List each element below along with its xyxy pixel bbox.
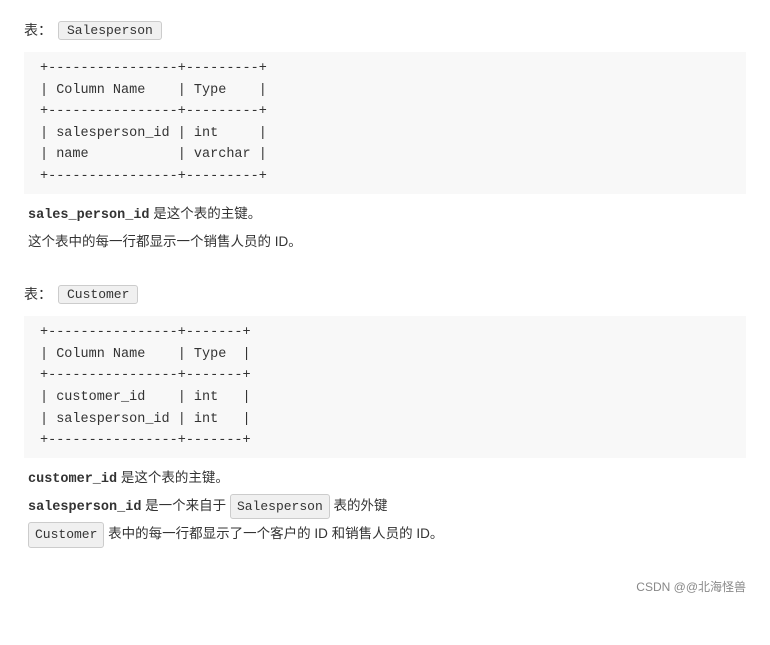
label-prefix-1: 表： — [24, 20, 52, 40]
description-customer: customer_id 是这个表的主键。 salesperson_id 是一个来… — [28, 466, 746, 548]
page-content: 表： Salesperson +----------------+-------… — [24, 20, 746, 595]
table-name-badge-customer: Customer — [58, 285, 138, 304]
desc-line-1: sales_person_id 是这个表的主键。 — [28, 202, 746, 228]
watermark: CSDN @@北海怪兽 — [24, 578, 746, 595]
table-name-badge-salesperson: Salesperson — [58, 21, 162, 40]
desc-line-2: 这个表中的每一行都显示一个销售人员的 ID。 — [28, 230, 746, 254]
desc-line-3: customer_id 是这个表的主键。 — [28, 466, 746, 492]
bold-customer-id: customer_id — [28, 472, 117, 487]
bold-sales-person-id: sales_person_id — [28, 208, 150, 223]
table-label-salesperson: 表： Salesperson — [24, 20, 746, 40]
table-label-customer: 表： Customer — [24, 284, 746, 304]
label-prefix-2: 表： — [24, 284, 52, 304]
desc-line-4: salesperson_id 是一个来自于 Salesperson 表的外键 — [28, 494, 746, 520]
section-salesperson: 表： Salesperson +----------------+-------… — [24, 20, 746, 254]
bold-salesperson-id: salesperson_id — [28, 500, 141, 515]
table-ascii-customer: +----------------+-------+ | Column Name… — [24, 316, 746, 458]
table-ascii-salesperson: +----------------+---------+ | Column Na… — [24, 52, 746, 194]
salesperson-badge: Salesperson — [230, 494, 330, 519]
description-salesperson: sales_person_id 是这个表的主键。 这个表中的每一行都显示一个销售… — [28, 202, 746, 255]
desc-line-5: Customer 表中的每一行都显示了一个客户的 ID 和销售人员的 ID。 — [28, 522, 746, 547]
section-customer: 表： Customer +----------------+-------+ |… — [24, 284, 746, 548]
customer-badge: Customer — [28, 522, 104, 547]
